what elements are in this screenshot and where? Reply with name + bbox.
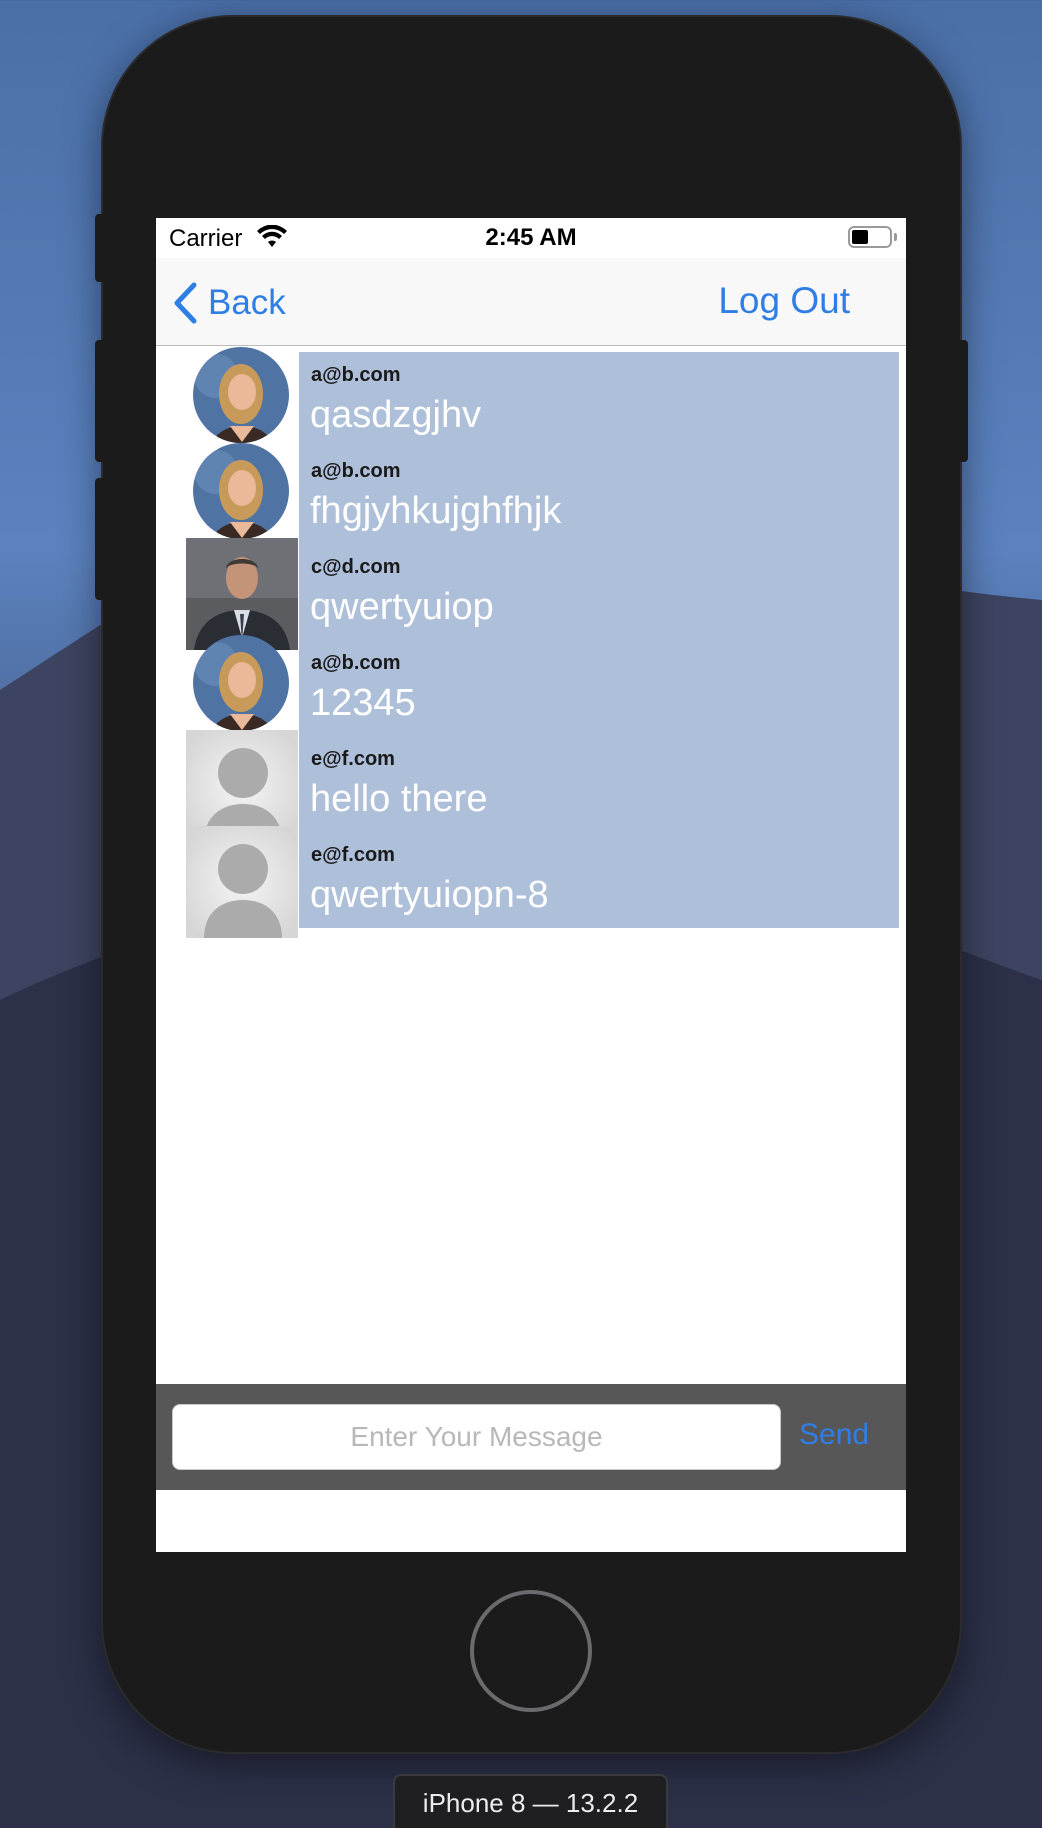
volume-up-button xyxy=(95,340,107,462)
message-row[interactable]: e@f.com qwertyuiopn-8 xyxy=(186,826,899,938)
message-text: qwertyuiopn-8 xyxy=(310,874,549,916)
message-bubble: e@f.com hello there xyxy=(299,736,899,832)
message-text: hello there xyxy=(310,778,488,820)
sender-email: e@f.com xyxy=(311,748,395,770)
message-text: qwertyuiop xyxy=(310,586,494,628)
message-bubble: a@b.com 12345 xyxy=(299,640,899,736)
sender-email: e@f.com xyxy=(311,844,395,866)
app-screen: Carrier 2:45 AM Back Log Out a@b.com qas… xyxy=(156,218,906,1552)
home-button[interactable] xyxy=(470,1590,592,1712)
message-bubble: a@b.com fhgjyhkujghfhjk xyxy=(299,448,899,544)
chevron-left-icon xyxy=(174,282,197,324)
status-bar: Carrier 2:45 AM xyxy=(156,218,906,258)
sender-email: a@b.com xyxy=(311,364,401,386)
clock: 2:45 AM xyxy=(485,224,577,251)
default-avatar-icon xyxy=(186,826,298,938)
logout-button[interactable]: Log Out xyxy=(718,280,850,322)
message-text: fhgjyhkujghfhjk xyxy=(310,490,562,532)
sender-email: a@b.com xyxy=(311,460,401,482)
send-button[interactable]: Send xyxy=(799,1418,869,1452)
battery-icon xyxy=(848,226,892,248)
battery-nub xyxy=(894,233,897,241)
back-button[interactable]: Back xyxy=(172,280,286,326)
sender-email: c@d.com xyxy=(311,556,401,578)
power-button xyxy=(956,340,968,462)
back-label: Back xyxy=(208,283,286,322)
message-text: 12345 xyxy=(310,682,416,724)
message-bubble: e@f.com qwertyuiopn-8 xyxy=(299,832,899,928)
message-bubble: a@b.com qasdzgjhv xyxy=(299,352,899,448)
navigation-bar: Back Log Out xyxy=(156,258,906,346)
sender-email: a@b.com xyxy=(311,652,401,674)
message-bubble: c@d.com qwertyuiop xyxy=(299,544,899,640)
simulator-device-label: iPhone 8 — 13.2.2 xyxy=(393,1774,668,1828)
mute-switch xyxy=(95,214,107,282)
message-input[interactable] xyxy=(172,1404,781,1470)
message-composer: Send xyxy=(156,1384,906,1490)
message-text: qasdzgjhv xyxy=(310,394,482,436)
volume-down-button xyxy=(95,478,107,600)
